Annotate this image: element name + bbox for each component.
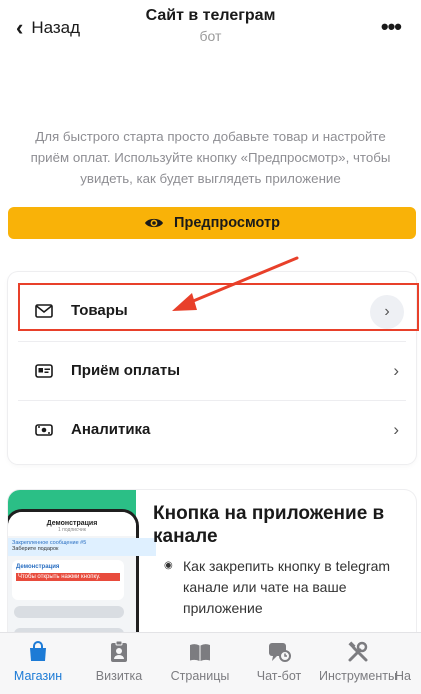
chevron-right-icon: › xyxy=(393,360,399,380)
menu-item-label: Приём оплаты xyxy=(71,362,181,379)
phone-message-text: Чтобы открыть нажми кнопку. xyxy=(16,573,120,581)
phone-pinned-text: Заберите подарок xyxy=(12,546,59,552)
tab-label: Чат-бот xyxy=(256,669,302,683)
chevron-right-icon: › xyxy=(393,419,399,439)
page-subtitle: бот xyxy=(199,28,222,44)
menu-item-analytics[interactable]: Аналитика › xyxy=(8,400,416,459)
tab-label: На xyxy=(395,669,411,683)
more-icon xyxy=(395,639,421,665)
preview-label: Предпросмотр xyxy=(174,215,280,231)
info-text: Для быстрого старта просто добавьте това… xyxy=(30,129,391,186)
menu-item-products[interactable]: Товары xyxy=(8,281,416,340)
id-card-icon xyxy=(35,363,53,378)
book-icon xyxy=(187,639,213,665)
phone-chat-title: Демонстрация xyxy=(46,520,98,527)
title-block: Сайт в телеграм бот xyxy=(0,7,421,44)
page-title: Сайт в телеграм xyxy=(145,7,276,24)
eye-icon xyxy=(145,218,164,228)
tab-chat-bot[interactable]: Чат-бот xyxy=(237,639,321,693)
tab-label: Страницы xyxy=(170,669,230,683)
badge-icon xyxy=(106,639,132,665)
tab-label: Инструменты xyxy=(319,669,397,683)
preview-button[interactable]: Предпросмотр xyxy=(8,207,416,239)
phone-pinned-message: Закрепленное сообщение #5 Заберите подар… xyxy=(8,538,156,556)
bullet-icon: ◉ xyxy=(164,560,173,571)
tab-shop[interactable]: Магазин xyxy=(0,639,80,693)
tab-business-card[interactable]: Визитка xyxy=(77,639,161,693)
wallet-icon xyxy=(35,423,53,436)
header: ‹ Назад Сайт в телеграм бот ••• xyxy=(0,0,421,56)
bottom-tab-bar: Магазин Визитка Страницы Чат-бот Инструм… xyxy=(0,632,421,694)
shopping-bag-icon xyxy=(25,639,51,665)
tab-pages[interactable]: Страницы xyxy=(158,639,242,693)
phone-message: Демонстрация Чтобы открыть нажми кнопку. xyxy=(12,560,124,600)
menu-item-label: Аналитика xyxy=(71,421,151,438)
chevron-right-icon[interactable]: › xyxy=(370,295,404,329)
phone-chat-subtitle: 1 подписчик xyxy=(58,527,86,533)
tab-more[interactable]: На xyxy=(395,639,421,693)
phone-chat-header: Демонстрация 1 подписчик xyxy=(8,512,136,536)
chat-bot-icon xyxy=(266,639,292,665)
phone-message-author: Демонстрация xyxy=(16,564,60,570)
tab-tools[interactable]: Инструменты xyxy=(316,639,400,693)
settings-menu: Товары › Приём оплаты › Аналитика › xyxy=(8,272,419,464)
menu-item-label: Товары xyxy=(71,302,128,319)
tools-icon xyxy=(345,639,371,665)
envelope-icon xyxy=(35,303,53,318)
tab-label: Визитка xyxy=(95,669,143,683)
promo-title: Кнопка на приложение в канале xyxy=(153,503,385,547)
promo-link[interactable]: Как закрепить кнопку в telegram канале и… xyxy=(183,556,408,619)
menu-item-payments[interactable]: Приём оплаты › xyxy=(8,341,416,400)
tab-label: Магазин xyxy=(13,669,63,683)
more-options-icon[interactable]: ••• xyxy=(381,16,402,38)
